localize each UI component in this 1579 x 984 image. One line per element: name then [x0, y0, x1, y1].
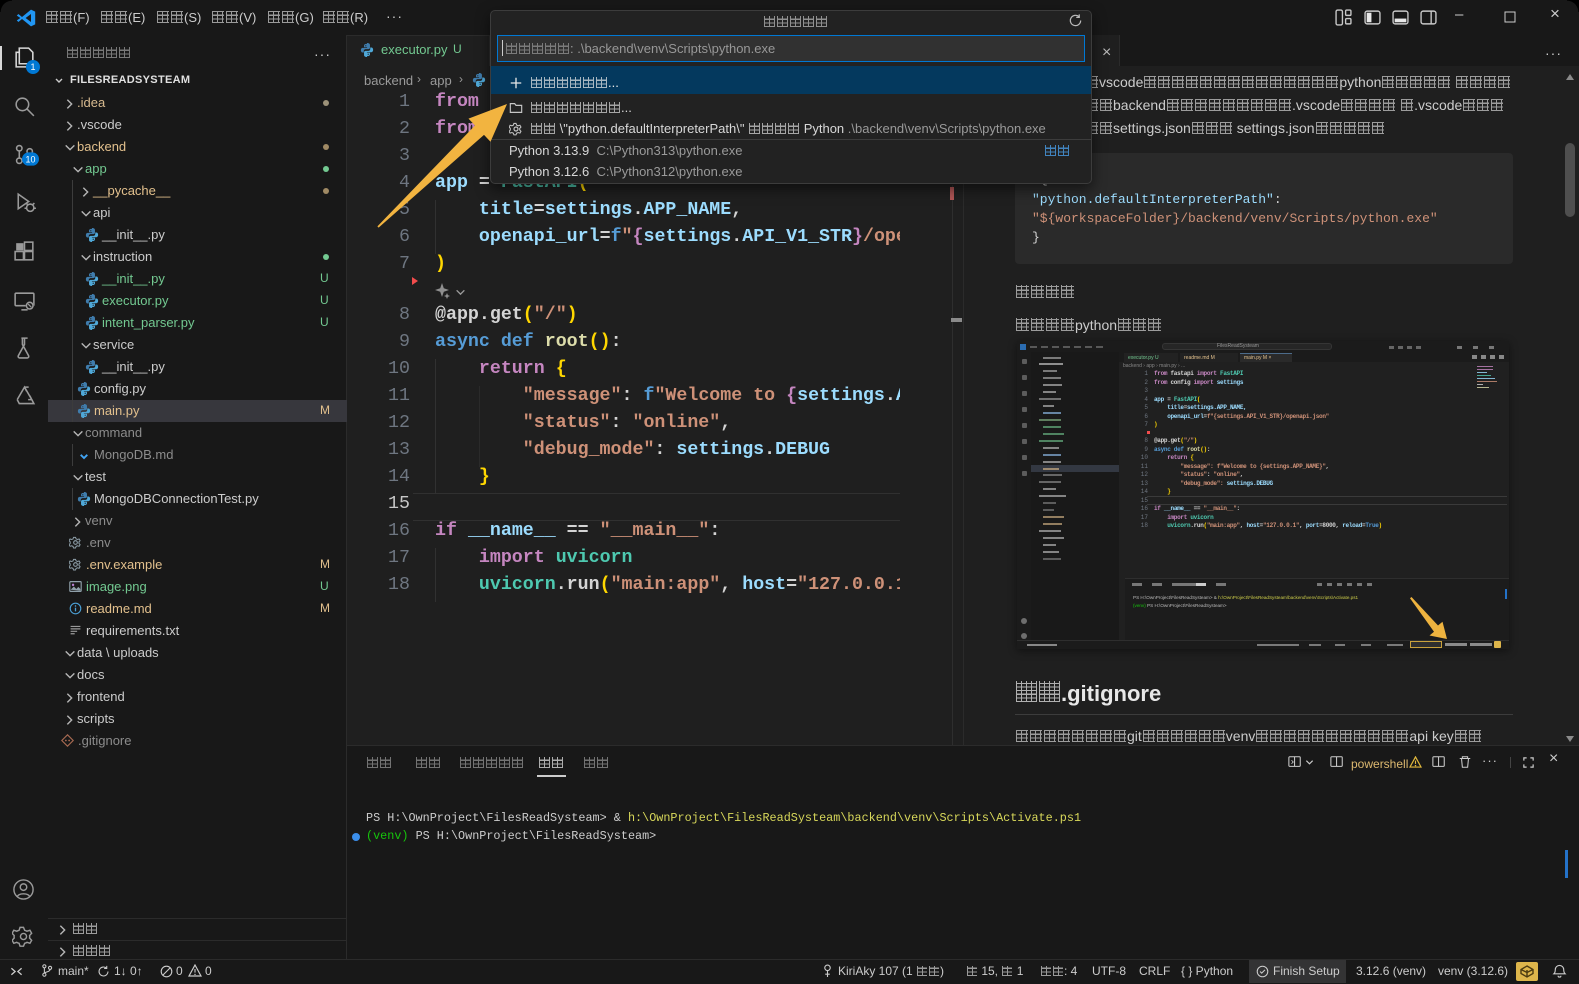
svg-text:1: 1 — [30, 62, 35, 72]
svg-text:10: 10 — [26, 154, 36, 164]
